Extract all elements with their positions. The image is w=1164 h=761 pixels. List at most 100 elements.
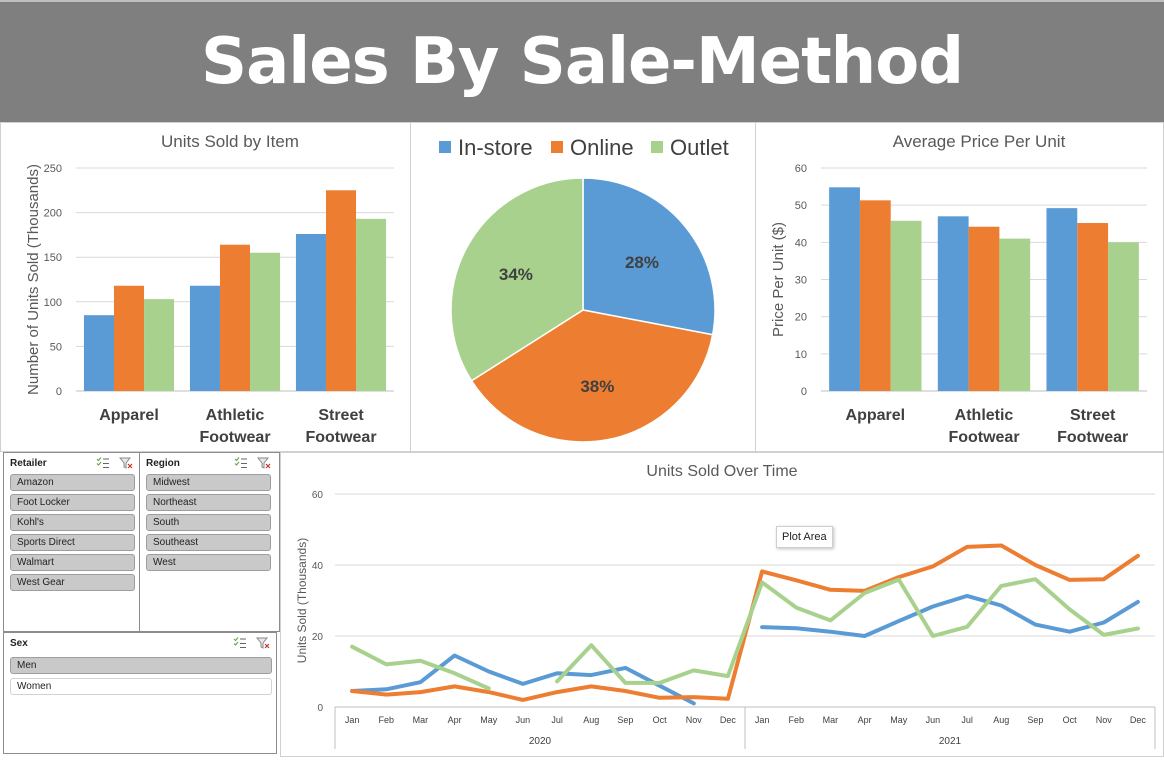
region-slicer: Region Midwest Northeast South Southeast… bbox=[139, 452, 280, 632]
bar-in-store bbox=[295, 234, 326, 391]
line-online bbox=[350, 543, 1140, 702]
retailer-item-kohls[interactable]: Kohl's bbox=[10, 514, 135, 531]
x-category-label: Apparel bbox=[99, 407, 159, 424]
bar-online bbox=[325, 190, 357, 391]
sale-method-pie-chart: In-store Online Outlet 28% 38% 34% bbox=[439, 135, 729, 443]
x-tick-label: Sep bbox=[617, 715, 633, 725]
region-item-south[interactable]: South bbox=[146, 514, 271, 531]
y-tick-label: 50 bbox=[795, 200, 807, 212]
chart-title: Units Sold Over Time bbox=[646, 463, 797, 480]
y-tick-label: 20 bbox=[795, 312, 807, 324]
bar-in-store bbox=[937, 216, 969, 391]
avg-price-chart: Average Price Per Unit Price Per Unit ($)… bbox=[770, 132, 1147, 446]
region-item-west[interactable]: West bbox=[146, 554, 271, 571]
y-tick-label: 30 bbox=[795, 275, 807, 287]
retailer-item-west-gear[interactable]: West Gear bbox=[10, 574, 135, 591]
y-tick-label: 50 bbox=[50, 341, 62, 353]
retailer-item-foot-locker[interactable]: Foot Locker bbox=[10, 494, 135, 511]
legend-swatch-online bbox=[551, 141, 563, 153]
y-tick-label: 150 bbox=[44, 252, 62, 264]
chart-title: Units Sold by Item bbox=[161, 132, 299, 151]
x-tick-label: Mar bbox=[413, 715, 429, 725]
bar-online bbox=[968, 226, 1000, 391]
x-tick-label: Jul bbox=[551, 715, 563, 725]
bar-online bbox=[859, 200, 891, 391]
sex-item-women[interactable]: Women bbox=[10, 678, 272, 695]
y-tick-label: 0 bbox=[56, 386, 62, 398]
x-tick-label: Nov bbox=[1096, 715, 1113, 725]
x-tick-label: Aug bbox=[583, 715, 599, 725]
bar-online bbox=[1077, 223, 1109, 391]
x-category-label: Street bbox=[1070, 407, 1116, 424]
x-category-label: Athletic bbox=[206, 407, 265, 424]
x-tick-label: Oct bbox=[653, 715, 668, 725]
clear-filter-icon[interactable] bbox=[119, 457, 133, 469]
region-item-midwest[interactable]: Midwest bbox=[146, 474, 271, 491]
multi-select-icon[interactable] bbox=[233, 637, 247, 649]
x-tick-label: Sep bbox=[1027, 715, 1043, 725]
y-tick-label: 20 bbox=[312, 632, 324, 643]
sex-item-men[interactable]: Men bbox=[10, 657, 272, 674]
x-tick-label: Jul bbox=[961, 715, 973, 725]
x-tick-label: Aug bbox=[993, 715, 1009, 725]
x-category-label: Footwear bbox=[948, 429, 1019, 446]
legend-label-in-store: In-store bbox=[458, 135, 533, 160]
y-tick-label: 0 bbox=[317, 703, 323, 714]
legend-label-outlet: Outlet bbox=[670, 135, 729, 160]
x-tick-label: Dec bbox=[720, 715, 737, 725]
region-item-southeast[interactable]: Southeast bbox=[146, 534, 271, 551]
pie-data-label: 34% bbox=[499, 265, 533, 284]
retailer-slicer: Retailer Amazon Foot Locker Kohl's Sport… bbox=[3, 452, 140, 632]
x-category-label: Athletic bbox=[955, 407, 1014, 424]
plot-area-tooltip: Plot Area bbox=[776, 526, 833, 548]
legend-swatch-outlet bbox=[651, 141, 663, 153]
x-tick-label: Apr bbox=[448, 715, 462, 725]
x-tick-label: May bbox=[890, 715, 908, 725]
retailer-item-walmart[interactable]: Walmart bbox=[10, 554, 135, 571]
pie-data-label: 38% bbox=[580, 377, 614, 396]
bar-in-store bbox=[829, 187, 860, 391]
x-tick-label: Mar bbox=[823, 715, 839, 725]
x-tick-label: Feb bbox=[788, 715, 804, 725]
clear-filter-icon[interactable] bbox=[257, 457, 271, 469]
multi-select-icon[interactable] bbox=[234, 457, 248, 469]
retailer-slicer-title: Retailer bbox=[10, 458, 47, 469]
avg-price-panel[interactable]: Average Price Per Unit Price Per Unit ($)… bbox=[755, 122, 1164, 452]
y-tick-label: 100 bbox=[44, 297, 62, 309]
bar-in-store bbox=[1046, 208, 1078, 391]
sale-method-pie-panel[interactable]: In-store Online Outlet 28% 38% 34% bbox=[410, 122, 756, 452]
x-category-label: Footwear bbox=[1057, 429, 1128, 446]
x-year-label: 2020 bbox=[529, 736, 552, 747]
retailer-item-amazon[interactable]: Amazon bbox=[10, 474, 135, 491]
y-axis-label: Units Sold (Thousands) bbox=[295, 538, 309, 663]
chart-title: Average Price Per Unit bbox=[893, 132, 1066, 151]
bar-outlet bbox=[144, 299, 175, 391]
y-tick-label: 200 bbox=[44, 208, 62, 220]
y-tick-label: 60 bbox=[795, 163, 807, 175]
title-banner: Sales By Sale-Method bbox=[0, 0, 1164, 122]
region-item-northeast[interactable]: Northeast bbox=[146, 494, 271, 511]
x-tick-label: Jan bbox=[755, 715, 770, 725]
bar-online bbox=[219, 244, 251, 391]
bar-outlet bbox=[1108, 242, 1139, 391]
x-tick-label: Apr bbox=[858, 715, 872, 725]
multi-select-icon[interactable] bbox=[96, 457, 110, 469]
retailer-item-sports-direct[interactable]: Sports Direct bbox=[10, 534, 135, 551]
y-tick-label: 40 bbox=[312, 561, 324, 572]
bar-online bbox=[113, 285, 145, 391]
x-category-label: Footwear bbox=[305, 429, 376, 446]
units-over-time-panel[interactable]: Units Sold Over Time Units Sold (Thousand… bbox=[280, 452, 1164, 757]
dashboard-title: Sales By Sale-Method bbox=[201, 25, 964, 99]
x-tick-label: Feb bbox=[378, 715, 394, 725]
x-category-label: Street bbox=[318, 407, 364, 424]
units-by-item-chart: Units Sold by Item Number of Units Sold (… bbox=[25, 132, 394, 446]
y-tick-label: 10 bbox=[795, 349, 807, 361]
bar-outlet bbox=[250, 252, 281, 391]
clear-filter-icon[interactable] bbox=[256, 637, 270, 649]
pie-data-label: 28% bbox=[625, 253, 659, 272]
bar-outlet bbox=[999, 238, 1031, 391]
x-tick-label: Nov bbox=[686, 715, 703, 725]
region-slicer-title: Region bbox=[146, 458, 180, 469]
units-by-item-panel[interactable]: Units Sold by Item Number of Units Sold (… bbox=[0, 122, 411, 452]
bar-outlet bbox=[890, 220, 922, 391]
